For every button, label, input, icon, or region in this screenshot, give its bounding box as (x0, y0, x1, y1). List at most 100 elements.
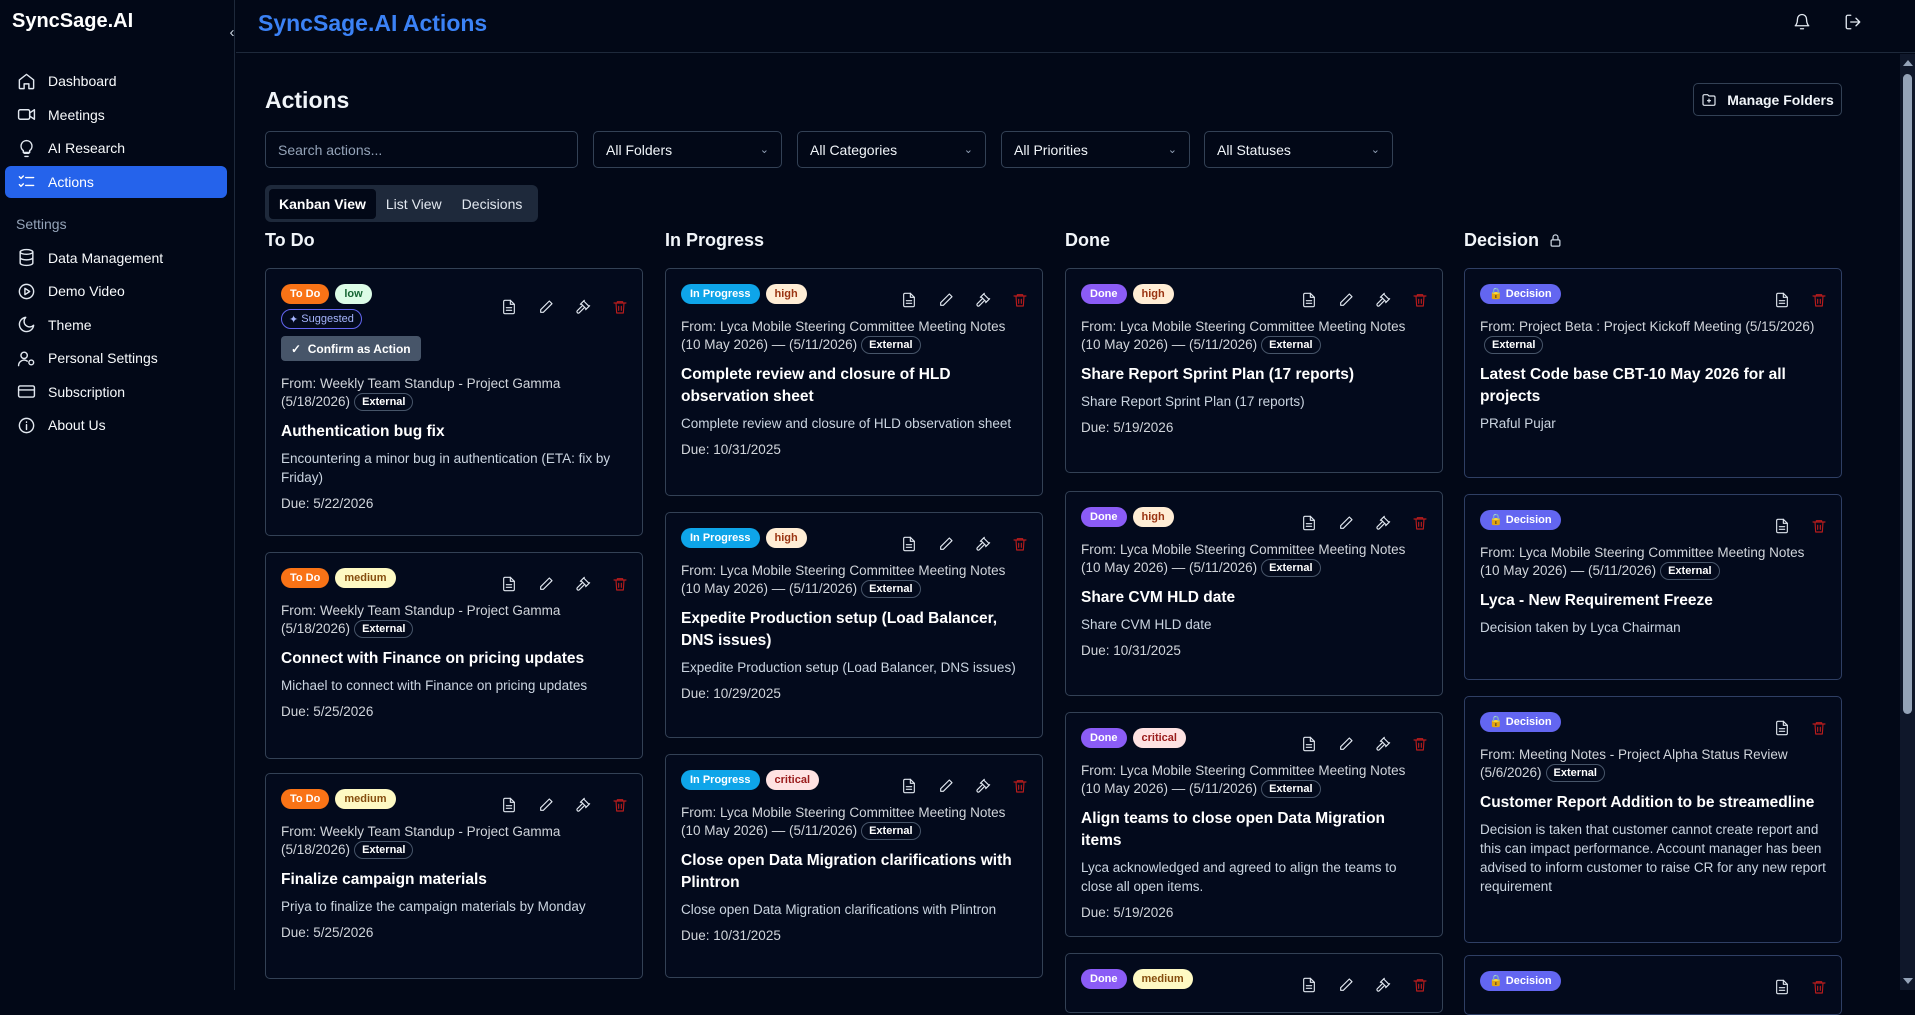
sidebar-item-dashboard[interactable]: Dashboard (5, 65, 227, 97)
action-card[interactable]: 🔒 Decision (1464, 955, 1842, 1015)
delete-button[interactable] (1811, 292, 1827, 313)
tab-list-view[interactable]: List View (376, 189, 452, 219)
column-header-in-progress: In Progress (665, 230, 765, 250)
logout-button[interactable] (1844, 13, 1862, 31)
convert-to-decision-button[interactable] (1375, 736, 1391, 757)
card-source: From: Meeting Notes - Project Alpha Stat… (1480, 746, 1826, 782)
delete-button[interactable] (1412, 292, 1428, 313)
status-filter-select[interactable]: All Statuses ⌄ (1204, 131, 1393, 168)
category-filter-select[interactable]: All Categories ⌄ (797, 131, 986, 168)
convert-to-decision-button[interactable] (575, 299, 591, 320)
action-card[interactable]: 🔒 Decision From: Project Beta : Project K… (1464, 268, 1842, 478)
view-source-button[interactable] (1301, 292, 1317, 313)
tab-kanban-view[interactable]: Kanban View (269, 188, 376, 219)
convert-to-decision-button[interactable] (975, 536, 991, 557)
delete-button[interactable] (1412, 736, 1428, 757)
sidebar-item-actions[interactable]: Actions (5, 165, 227, 198)
delete-button[interactable] (612, 576, 628, 597)
view-source-button[interactable] (1774, 292, 1790, 313)
view-source-button[interactable] (501, 576, 517, 597)
view-source-button[interactable] (1774, 518, 1790, 539)
sidebar-item-theme[interactable]: Theme (5, 309, 227, 341)
edit-button[interactable] (1338, 292, 1354, 313)
convert-to-decision-button[interactable] (575, 797, 591, 818)
sidebar-item-subscription[interactable]: Subscription (5, 376, 227, 408)
view-source-button[interactable] (1301, 515, 1317, 536)
sidebar-item-personal-settings[interactable]: Personal Settings (5, 342, 227, 374)
convert-to-decision-button[interactable] (975, 778, 991, 799)
sidebar-item-meetings[interactable]: Meetings (5, 99, 227, 131)
card-actions (501, 576, 628, 597)
folder-filter-select[interactable]: All Folders ⌄ (593, 131, 782, 168)
edit-button[interactable] (538, 299, 554, 320)
edit-button[interactable] (1338, 736, 1354, 757)
action-card[interactable]: In Progress high From: Lyca Mobile Steerin… (665, 512, 1043, 738)
delete-button[interactable] (612, 299, 628, 320)
action-card[interactable]: Done medium (1065, 953, 1443, 1013)
delete-button[interactable] (1811, 720, 1827, 741)
status-badge: To Do (281, 567, 330, 588)
convert-to-decision-icon (576, 299, 591, 314)
edit-button[interactable] (938, 292, 954, 313)
priority-filter-select[interactable]: All Priorities ⌄ (1001, 131, 1190, 168)
action-card[interactable]: Done critical From: Lyca Mobile Steering C… (1065, 712, 1443, 937)
action-card[interactable]: In Progress critical From: Lyca Mobile Ste… (665, 754, 1043, 978)
source-text: From: Lyca Mobile Steering Committee Mee… (1081, 542, 1406, 575)
action-card[interactable]: 🔒 Decision From: Meeting Notes - Project … (1464, 696, 1842, 943)
convert-to-decision-button[interactable] (975, 292, 991, 313)
delete-button[interactable] (612, 797, 628, 818)
notification-bell-button[interactable] (1793, 13, 1811, 31)
sidebar-item-ai-research[interactable]: AI Research (5, 132, 227, 164)
edit-icon (1340, 516, 1353, 529)
scroll-up-arrow-icon[interactable] (1903, 60, 1913, 66)
view-source-button[interactable] (1774, 720, 1790, 741)
manage-folders-button[interactable]: Manage Folders (1693, 83, 1842, 116)
view-source-button[interactable] (1301, 977, 1317, 998)
view-source-button[interactable] (901, 536, 917, 557)
delete-icon (1812, 722, 1826, 735)
action-card[interactable]: Done high From: Lyca Mobile Steering Commi… (1065, 268, 1443, 473)
scrollbar-thumb[interactable] (1903, 74, 1912, 714)
scroll-down-arrow-icon[interactable] (1903, 978, 1913, 984)
action-card[interactable]: 🔒 Decision From: Lyca Mobile Steering Com… (1464, 494, 1842, 680)
view-source-button[interactable] (901, 292, 917, 313)
sidebar-item-demo-video[interactable]: Demo Video (5, 275, 227, 307)
convert-to-decision-button[interactable] (575, 576, 591, 597)
confirm-as-action-button[interactable]: ✓ Confirm as Action (281, 336, 421, 361)
action-card[interactable]: To Do low ✦ Suggested ✓ Confirm as Action Fr… (265, 268, 643, 536)
delete-icon (613, 301, 627, 314)
edit-button[interactable] (538, 797, 554, 818)
action-card[interactable]: In Progress high From: Lyca Mobile Steerin… (665, 268, 1043, 496)
source-text: From: Lyca Mobile Steering Committee Mee… (681, 563, 1006, 596)
delete-button[interactable] (1012, 778, 1028, 799)
convert-to-decision-button[interactable] (1375, 515, 1391, 536)
view-source-button[interactable] (501, 797, 517, 818)
sidebar-item-about-us[interactable]: About Us (5, 409, 227, 441)
edit-button[interactable] (938, 778, 954, 799)
edit-button[interactable] (1338, 515, 1354, 536)
delete-button[interactable] (1412, 515, 1428, 536)
column-header-decision: Decision (1464, 230, 1563, 251)
search-input[interactable] (265, 131, 578, 168)
edit-button[interactable] (538, 576, 554, 597)
delete-button[interactable] (1412, 977, 1428, 998)
delete-button[interactable] (1012, 536, 1028, 557)
delete-button[interactable] (1012, 292, 1028, 313)
action-card[interactable]: To Do medium From: Weekly Team Standup - P… (265, 773, 643, 979)
tab-decisions[interactable]: Decisions (452, 189, 533, 219)
view-source-button[interactable] (1301, 736, 1317, 757)
action-card[interactable]: To Do medium From: Weekly Team Standup - P… (265, 552, 643, 759)
delete-button[interactable] (1811, 518, 1827, 539)
view-source-button[interactable] (501, 299, 517, 320)
priority-badge: critical (765, 769, 819, 790)
card-description: Share CVM HLD date (1081, 617, 1212, 632)
edit-button[interactable] (1338, 977, 1354, 998)
convert-to-decision-button[interactable] (1375, 977, 1391, 998)
action-card[interactable]: Done high From: Lyca Mobile Steering Commi… (1065, 491, 1443, 696)
view-source-button[interactable] (901, 778, 917, 799)
card-actions (1301, 292, 1428, 313)
sidebar-item-data-management[interactable]: Data Management (5, 242, 227, 274)
convert-to-decision-button[interactable] (1375, 292, 1391, 313)
edit-button[interactable] (938, 536, 954, 557)
page-scrollbar[interactable] (1900, 54, 1915, 990)
